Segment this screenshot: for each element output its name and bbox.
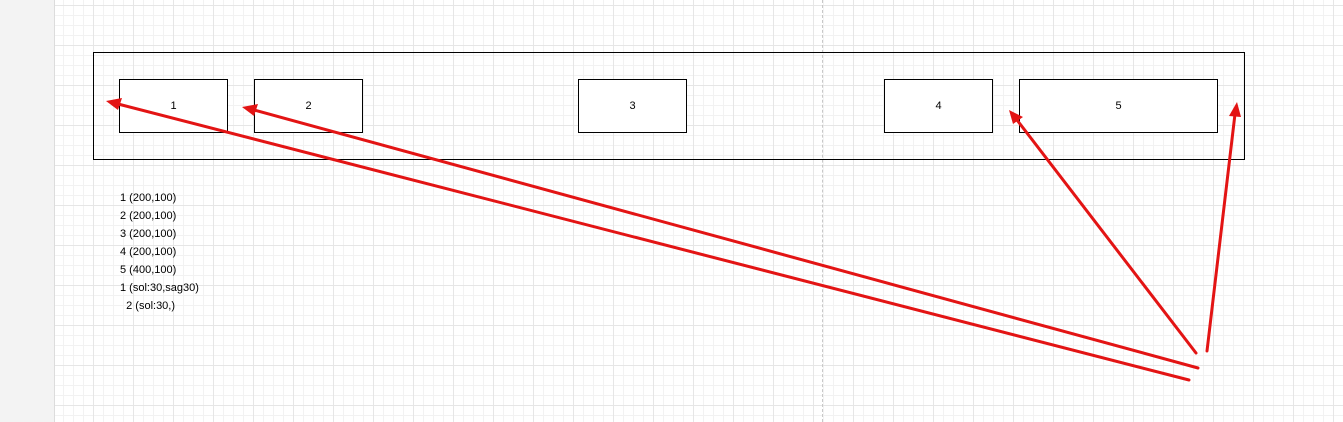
box-3-label: 3 <box>629 100 636 112</box>
box-1[interactable]: 1 <box>119 79 228 133</box>
box-4-label: 4 <box>935 100 942 112</box>
note-line: 1 (200,100) <box>120 192 177 204</box>
note-line: 5 (400,100) <box>120 264 177 276</box>
left-panel <box>0 0 55 422</box>
size-notes[interactable]: 1 (200,100) 2 (200,100) 3 (200,100) 4 (2… <box>120 189 199 315</box>
box-5[interactable]: 5 <box>1019 79 1218 133</box>
note-line: 2 (sol:30,) <box>120 300 176 312</box>
box-3[interactable]: 3 <box>578 79 687 133</box>
diagram-editor: 1 2 3 4 5 1 (200,100) 2 (200,100) 3 (200… <box>0 0 1343 422</box>
box-1-label: 1 <box>170 100 177 112</box>
box-2-label: 2 <box>305 100 312 112</box>
box-4[interactable]: 4 <box>884 79 993 133</box>
note-line: 3 (200,100) <box>120 228 177 240</box>
box-2[interactable]: 2 <box>254 79 363 133</box>
note-line: 1 (sol:30,sag30) <box>120 282 199 294</box>
note-line: 2 (200,100) <box>120 210 177 222</box>
note-line: 4 (200,100) <box>120 246 177 258</box>
box-5-label: 5 <box>1115 100 1122 112</box>
